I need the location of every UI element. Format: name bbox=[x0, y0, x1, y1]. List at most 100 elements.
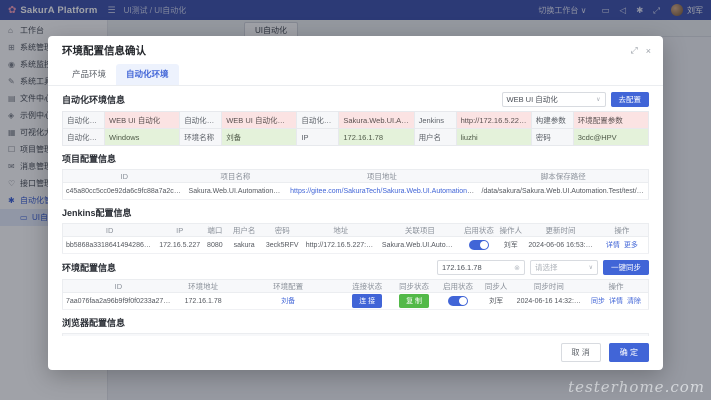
desc-label: 构建参数 bbox=[531, 112, 573, 129]
table-cell: Sakura.Web.UI.Automation.Test bbox=[186, 183, 286, 200]
table-cell: https://gitee.com/SakuraTech/Sakura.Web.… bbox=[285, 183, 478, 200]
column-header: 脚本保存路径 bbox=[479, 170, 649, 183]
cell-text: Sakura.Web.UI.Automation.Test bbox=[189, 188, 286, 195]
action-link[interactable]: 详情 bbox=[606, 242, 620, 249]
table-cell: 同步详情清除 bbox=[584, 293, 649, 310]
column-header: 项目地址 bbox=[285, 170, 478, 183]
section-title-automation-env: 自动化环境信息 bbox=[62, 93, 502, 106]
clear-input-icon[interactable]: ⊗ bbox=[514, 264, 520, 272]
column-header: 同步状态 bbox=[391, 280, 438, 293]
column-header: 密码 bbox=[262, 224, 303, 237]
table-cell: 刘备 bbox=[232, 293, 343, 310]
section-title-env: 环境配置信息 bbox=[62, 261, 437, 274]
tab-product-env[interactable]: 产品环境 bbox=[62, 64, 116, 85]
column-header: 用户名 bbox=[227, 224, 262, 237]
table-cell: 7aa076faa2a96b9f9f0f0233a27637f8 bbox=[63, 293, 174, 310]
column-header: 操作 bbox=[584, 280, 649, 293]
chevron-down-icon: ∨ bbox=[590, 96, 600, 103]
table-cell: http://172.16.5.227:8080 bbox=[303, 237, 379, 254]
confirm-button[interactable]: 确 定 bbox=[609, 343, 649, 362]
table-row: c45a80cc5cc0e92da6c9fc88a7a2cd46Sakura.W… bbox=[63, 183, 649, 200]
dialog-expand-icon[interactable]: ⤢ bbox=[631, 45, 638, 56]
column-header: 同步时间 bbox=[514, 280, 584, 293]
column-header: 同步人 bbox=[479, 280, 514, 293]
desc-label: 自动化名称 bbox=[63, 112, 105, 129]
enable-toggle[interactable] bbox=[469, 240, 489, 250]
cell-text: 172.16.1.78 bbox=[185, 298, 222, 305]
table-cell: 连 接 bbox=[344, 293, 391, 310]
cell-link[interactable]: 刘备 bbox=[281, 298, 295, 305]
tab-automation-env[interactable]: 自动化环境 bbox=[116, 64, 179, 85]
desc-value: Sakura.Web.UI.Automation.Test bbox=[339, 112, 414, 129]
chevron-down-icon: ∨ bbox=[583, 264, 593, 271]
desc-value: 环境配置参数 bbox=[573, 112, 648, 129]
column-header: 地址 bbox=[303, 224, 379, 237]
status-action-button[interactable]: 连 接 bbox=[352, 294, 382, 308]
table-cell: 刘军 bbox=[479, 293, 514, 310]
one-key-sync-button[interactable]: 一键同步 bbox=[603, 260, 649, 275]
desc-value: WEB UI 自动化测试配置 bbox=[222, 112, 297, 129]
desc-label: 密码 bbox=[531, 129, 573, 146]
desc-value: 3cdc@HPV bbox=[573, 129, 648, 146]
desc-label: 自动化项目 bbox=[297, 112, 339, 129]
desc-label: 自动化环境 bbox=[63, 129, 105, 146]
env-confirm-dialog: 环境配置信息确认 ⤢ × 产品环境 自动化环境 自动化环境信息 WEB UI 自… bbox=[48, 36, 663, 370]
action-link[interactable]: 更多 bbox=[624, 242, 638, 249]
cell-text: sakura bbox=[234, 242, 255, 249]
enable-toggle[interactable] bbox=[448, 296, 468, 306]
cell-text: 2024-06-06 16:53:21 bbox=[528, 242, 593, 249]
desc-value: http://172.16.5.227:8080 bbox=[456, 112, 531, 129]
cell-text: c45a80cc5cc0e92da6c9fc88a7a2cd46 bbox=[66, 188, 186, 195]
jenkins-table: IDIP端口用户名密码地址关联项目启用状态操作人更新时间操作bb5868a331… bbox=[62, 223, 649, 254]
action-links: 同步详情清除 bbox=[589, 298, 643, 305]
table-cell: c45a80cc5cc0e92da6c9fc88a7a2cd46 bbox=[63, 183, 186, 200]
status-action-button[interactable]: 复 制 bbox=[399, 294, 429, 308]
action-link[interactable]: 同步 bbox=[591, 298, 605, 305]
section-title-project: 项目配置信息 bbox=[62, 152, 649, 165]
dialog-close-icon[interactable]: × bbox=[646, 46, 651, 56]
column-header: IP bbox=[156, 224, 203, 237]
desc-value: WEB UI 自动化 bbox=[105, 112, 180, 129]
action-link[interactable]: 清除 bbox=[627, 298, 641, 305]
cell-text: 2024-06-16 14:32:28 bbox=[517, 298, 582, 305]
section-title-jenkins: Jenkins配置信息 bbox=[62, 206, 649, 219]
column-header: ID bbox=[63, 224, 157, 237]
section-title-browser: 浏览器配置信息 bbox=[62, 316, 649, 329]
desc-value: 172.16.1.78 bbox=[339, 129, 414, 146]
watermark: testerhome.com bbox=[568, 378, 705, 396]
cell-text: Sakura.Web.UI.Automation.Test bbox=[382, 242, 461, 249]
desc-value: Windows bbox=[105, 129, 180, 146]
action-link[interactable]: 详情 bbox=[609, 298, 623, 305]
env-ip-input[interactable]: 172.16.1.78 ⊗ bbox=[437, 260, 525, 275]
go-config-button[interactable]: 去配置 bbox=[611, 92, 650, 107]
table-cell: 172.16.5.227 bbox=[156, 237, 203, 254]
table-cell: 2024-06-16 14:32:28 bbox=[514, 293, 584, 310]
table-cell: bb5868a331864149428610 2c5f9754c6 bbox=[63, 237, 157, 254]
desc-label: 用户名 bbox=[414, 129, 456, 146]
desc-value: 刘备 bbox=[222, 129, 297, 146]
table-row: 7aa076faa2a96b9f9f0f0233a27637f8 172.16.1… bbox=[63, 293, 649, 310]
cell-text: 172.16.5.227 bbox=[159, 242, 200, 249]
column-header: ID bbox=[63, 280, 174, 293]
cell-text: 刘军 bbox=[504, 242, 518, 249]
cell-text: 刘军 bbox=[489, 298, 503, 305]
table-cell bbox=[461, 237, 496, 254]
column-header: 操作 bbox=[596, 224, 649, 237]
column-header: ID bbox=[63, 170, 186, 183]
column-header: 端口 bbox=[203, 224, 226, 237]
cancel-button[interactable]: 取 消 bbox=[561, 343, 601, 362]
desc-label: Jenkins bbox=[414, 112, 456, 129]
table-row: bb5868a331864149428610 2c5f9754c6172.16.… bbox=[63, 237, 649, 254]
desc-label: 环境名称 bbox=[180, 129, 222, 146]
cell-link[interactable]: https://gitee.com/SakuraTech/Sakura.Web.… bbox=[290, 188, 478, 195]
table-cell: Sakura.Web.UI.Automation.Test bbox=[379, 237, 461, 254]
table-cell: sakura bbox=[227, 237, 262, 254]
desc-label: IP bbox=[297, 129, 339, 146]
table-cell: 3eck5RFV bbox=[262, 237, 303, 254]
automation-type-select[interactable]: WEB UI 自动化∨ bbox=[502, 92, 606, 107]
env-select[interactable]: 请选择∨ bbox=[530, 260, 598, 275]
column-header: 项目名称 bbox=[186, 170, 286, 183]
table-cell: 详情更多 bbox=[596, 237, 649, 254]
column-header: 启用状态 bbox=[438, 280, 479, 293]
column-header: 更新时间 bbox=[525, 224, 595, 237]
